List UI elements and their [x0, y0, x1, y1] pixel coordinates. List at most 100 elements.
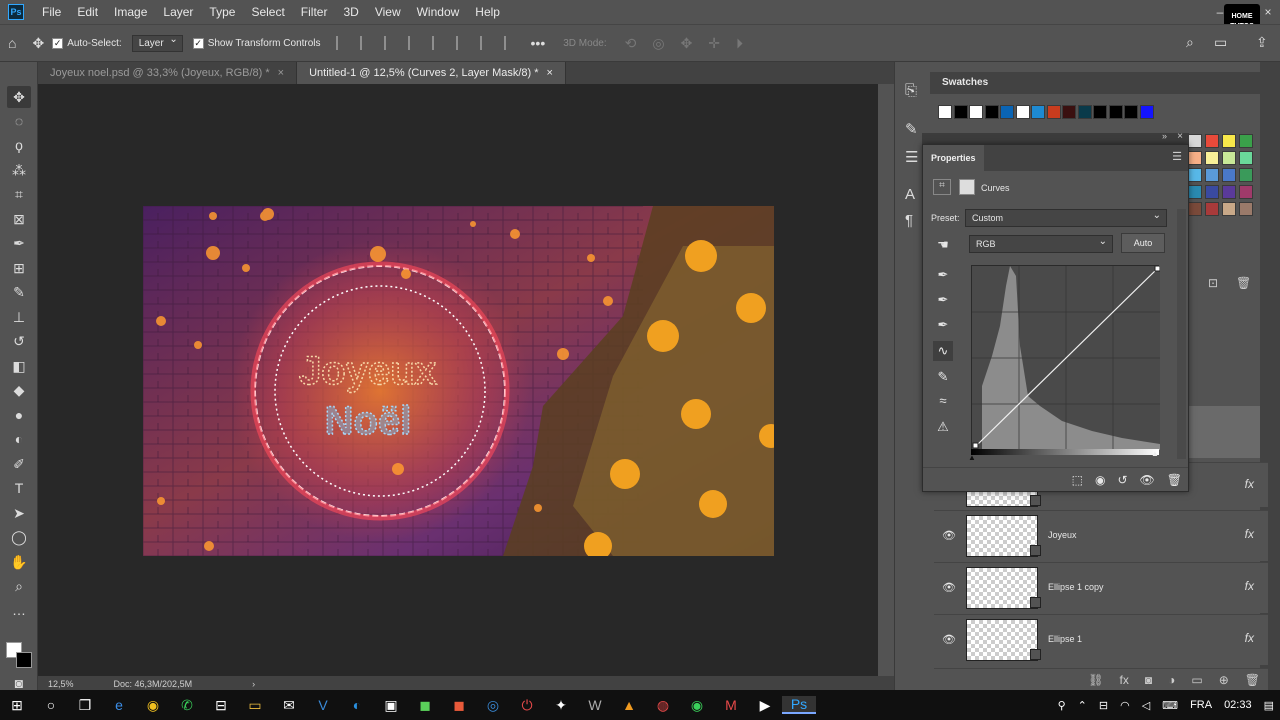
- swatch[interactable]: [1205, 202, 1219, 216]
- app-icon[interactable]: ✦: [544, 697, 578, 714]
- adjustment-layer-icon[interactable]: ◑: [1168, 673, 1175, 687]
- black-slider-icon[interactable]: ▲: [968, 453, 976, 462]
- smooth-icon[interactable]: ≈: [933, 391, 953, 411]
- magic-wand-icon[interactable]: ⁂: [7, 159, 31, 181]
- pen-tool-icon[interactable]: ✐: [7, 453, 31, 475]
- app-icon[interactable]: ▣: [374, 697, 408, 714]
- eyedropper-gray-icon[interactable]: ✒: [933, 290, 953, 310]
- more-tools-icon[interactable]: …: [7, 599, 31, 621]
- swatch[interactable]: [1222, 202, 1236, 216]
- character-panel-icon[interactable]: A: [905, 186, 915, 203]
- workspace-icon[interactable]: ▭: [1214, 34, 1227, 51]
- tray-expand-icon[interactable]: ⌃: [1078, 699, 1087, 712]
- clip-to-layer-icon[interactable]: ⬚: [1072, 473, 1083, 487]
- brush-panel-icon[interactable]: ✎: [905, 120, 918, 138]
- marquee-tool-icon[interactable]: ◌: [7, 110, 31, 132]
- eyedropper-icon[interactable]: ✒: [7, 232, 31, 254]
- zoom-tool-icon[interactable]: ⌕: [7, 575, 31, 597]
- photoshop-taskbar-icon[interactable]: Ps: [782, 696, 816, 714]
- adjustments-panel-icon[interactable]: ☰: [905, 148, 918, 166]
- swatch[interactable]: [1188, 168, 1202, 182]
- eye-icon[interactable]: 👁: [942, 529, 956, 542]
- auto-button[interactable]: Auto: [1121, 233, 1165, 253]
- menu-filter[interactable]: Filter: [293, 0, 336, 24]
- swatch[interactable]: [1015, 105, 1030, 119]
- home-icon[interactable]: ⌂: [8, 35, 16, 51]
- lasso-tool-icon[interactable]: ϙ: [7, 134, 31, 156]
- swatch[interactable]: [1188, 151, 1202, 165]
- history-brush-icon[interactable]: ↺: [7, 330, 31, 352]
- language-indicator[interactable]: FRA: [1190, 699, 1212, 711]
- swatch[interactable]: [984, 105, 999, 119]
- move-tool-icon[interactable]: ✥: [32, 35, 44, 52]
- link-layers-icon[interactable]: ⛓: [1088, 673, 1103, 687]
- move-tool-icon[interactable]: ✥: [7, 86, 31, 108]
- menu-layer[interactable]: Layer: [155, 0, 201, 24]
- channel-dropdown[interactable]: RGB: [969, 235, 1113, 253]
- swatch[interactable]: [1222, 168, 1236, 182]
- app-icon[interactable]: M: [714, 697, 748, 713]
- collapse-icon[interactable]: »: [1162, 131, 1167, 141]
- distribute-icon[interactable]: [407, 36, 422, 50]
- close-tab-icon[interactable]: ×: [547, 67, 553, 79]
- swatch[interactable]: [1222, 185, 1236, 199]
- layer-name[interactable]: Ellipse 1 copy: [1048, 582, 1104, 592]
- menu-type[interactable]: Type: [201, 0, 243, 24]
- swatch[interactable]: [1205, 134, 1219, 148]
- type-tool-icon[interactable]: T: [7, 477, 31, 499]
- menu-edit[interactable]: Edit: [69, 0, 106, 24]
- share-icon[interactable]: ⇪: [1256, 34, 1268, 51]
- swatch[interactable]: [1239, 202, 1253, 216]
- swatch[interactable]: [1188, 185, 1202, 199]
- app-icon[interactable]: ◼: [442, 697, 476, 714]
- swatch[interactable]: [1222, 134, 1236, 148]
- brush-tool-icon[interactable]: ✎: [7, 281, 31, 303]
- history-panel-icon[interactable]: ⎘: [905, 82, 917, 99]
- eyedropper-white-icon[interactable]: ✒: [933, 315, 953, 335]
- clone-stamp-icon[interactable]: ⊥: [7, 306, 31, 328]
- hand-tool-icon[interactable]: ✋: [7, 551, 31, 573]
- task-view-icon[interactable]: ❐: [68, 697, 102, 714]
- align-left-icon[interactable]: [335, 36, 350, 50]
- swatch[interactable]: [953, 105, 968, 119]
- more-options-icon[interactable]: •••: [531, 35, 546, 51]
- preset-dropdown[interactable]: Custom: [965, 209, 1167, 227]
- swatches-title[interactable]: Swatches: [942, 77, 988, 88]
- eraser-tool-icon[interactable]: ◧: [7, 355, 31, 377]
- swatch[interactable]: [1239, 151, 1253, 165]
- curves-graph[interactable]: [971, 265, 1161, 450]
- blur-tool-icon[interactable]: ●: [7, 404, 31, 426]
- menu-help[interactable]: Help: [467, 0, 508, 24]
- swatch[interactable]: [1188, 134, 1202, 148]
- swatch[interactable]: [1124, 105, 1138, 119]
- 3d-scale-icon[interactable]: ⏵: [736, 35, 743, 52]
- menu-window[interactable]: Window: [409, 0, 468, 24]
- crop-tool-icon[interactable]: ⌗: [7, 183, 31, 205]
- curves-adjustment-icon[interactable]: ⌗: [933, 179, 951, 195]
- layer-name[interactable]: Joyeux: [1048, 530, 1077, 540]
- group-icon[interactable]: ▭: [1191, 673, 1202, 687]
- paint-bucket-icon[interactable]: ◆: [7, 379, 31, 401]
- close-tab-icon[interactable]: ×: [278, 67, 284, 79]
- layer-fx-icon[interactable]: fx: [1245, 527, 1254, 541]
- search-icon[interactable]: ⌕: [1186, 34, 1194, 51]
- swatch[interactable]: [1239, 168, 1253, 182]
- artwork-image[interactable]: Joyeux Noël: [143, 206, 774, 556]
- new-layer-icon[interactable]: ⊕: [1219, 673, 1229, 687]
- fx-icon[interactable]: fx: [1120, 673, 1129, 687]
- vlc-icon[interactable]: ▲: [612, 697, 646, 713]
- app-icon[interactable]: ◎: [476, 697, 510, 714]
- eye-icon[interactable]: 👁: [942, 581, 956, 594]
- menu-view[interactable]: View: [367, 0, 409, 24]
- swatch[interactable]: [1205, 185, 1219, 199]
- mail-icon[interactable]: ✉: [272, 697, 306, 714]
- swatch[interactable]: [1077, 105, 1092, 119]
- ellipse-tool-icon[interactable]: ◯: [7, 526, 31, 548]
- layer-row-joyeux[interactable]: 👁 Joyeux fx: [934, 510, 1268, 561]
- 3d-orbit-icon[interactable]: ⟲: [625, 35, 637, 52]
- swatch[interactable]: [1205, 151, 1219, 165]
- edge-icon[interactable]: e: [102, 697, 136, 713]
- swatch[interactable]: [1205, 168, 1219, 182]
- menu-image[interactable]: Image: [106, 0, 155, 24]
- layer-fx-icon[interactable]: fx: [1245, 631, 1254, 645]
